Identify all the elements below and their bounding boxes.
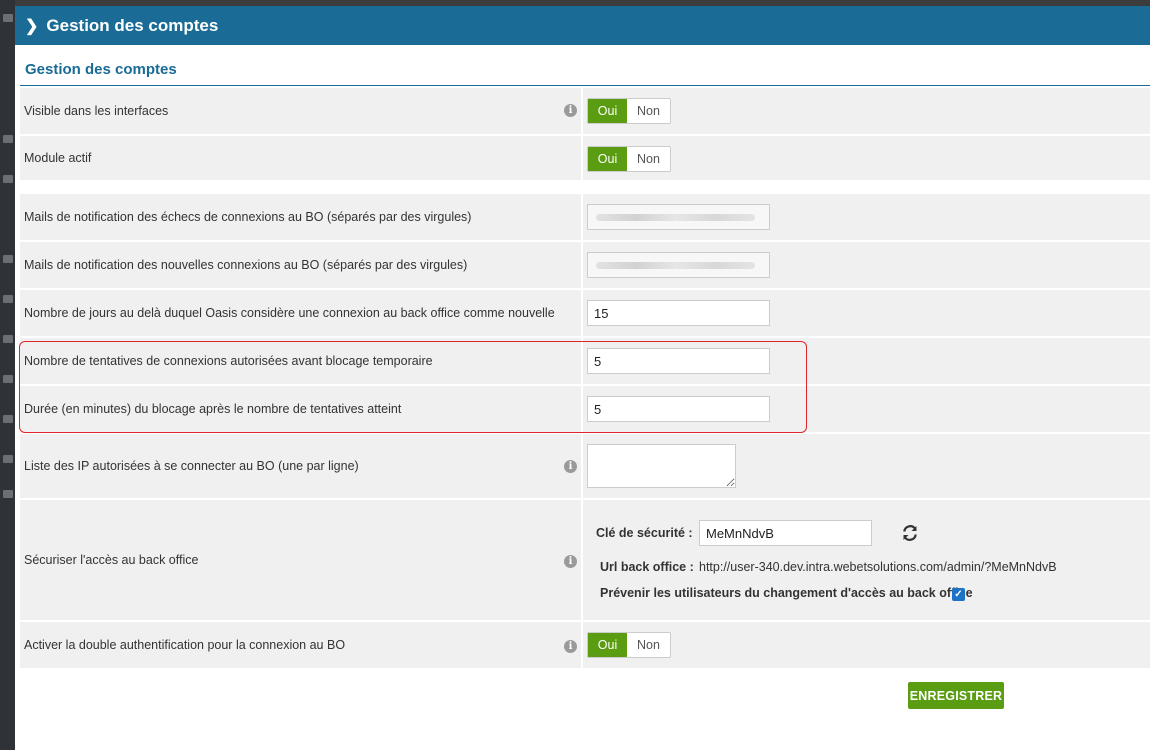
settings-modal: ❯ Gestion des comptes Gestion des compte… (15, 6, 1150, 750)
column-divider (581, 88, 583, 134)
background-sidebar (0, 0, 15, 750)
setting-label: Mails de notification des échecs de conn… (24, 210, 472, 224)
info-icon[interactable]: i (564, 460, 577, 473)
column-divider (581, 500, 583, 620)
column-divider (581, 194, 583, 240)
module-toggle: Oui Non (587, 146, 671, 172)
setting-label: Visible dans les interfaces (24, 104, 169, 118)
twofa-toggle: Oui Non (587, 632, 671, 658)
column-divider (581, 136, 583, 180)
security-key-label: Clé de sécurité : (596, 526, 693, 540)
column-divider (581, 622, 583, 668)
url-value: http://user-340.dev.intra.webetsolutions… (699, 560, 1057, 574)
sidebar-icon (3, 295, 13, 303)
info-icon[interactable]: i (564, 104, 577, 117)
setting-row-module: Module actif Oui Non (20, 136, 1150, 182)
sidebar-icon (3, 375, 13, 383)
column-divider (581, 434, 583, 498)
setting-label: Mails de notification des nouvelles conn… (24, 258, 468, 272)
info-icon[interactable]: i (564, 555, 577, 568)
chevron-right-icon: ❯ (25, 17, 39, 35)
duration-input[interactable] (587, 396, 770, 422)
modal-title: Gestion des comptes (46, 15, 219, 35)
sidebar-icon (3, 135, 13, 143)
toggle-yes-button[interactable]: Oui (588, 99, 627, 123)
setting-row-duration: Durée (en minutes) du blocage après le n… (20, 386, 1150, 434)
setting-label: Nombre de tentatives de connexions autor… (24, 354, 433, 368)
attempts-input[interactable] (587, 348, 770, 374)
setting-row-mail-fail: Mails de notification des échecs de conn… (20, 194, 1150, 242)
toggle-no-button[interactable]: Non (627, 147, 670, 171)
security-key-input[interactable] (699, 520, 872, 546)
mail-new-input[interactable] (587, 252, 770, 278)
mail-fail-input[interactable] (587, 204, 770, 230)
column-divider (581, 386, 583, 432)
setting-row-days: Nombre de jours au delà duquel Oasis con… (20, 290, 1150, 338)
sidebar-icon (3, 335, 13, 343)
days-input[interactable] (587, 300, 770, 326)
setting-row-ip: Liste des IP autorisées à se connecter a… (20, 434, 1150, 500)
setting-row-twofa: Activer la double authentification pour … (20, 622, 1150, 670)
sidebar-icon (3, 415, 13, 423)
toggle-no-button[interactable]: Non (627, 633, 670, 657)
save-button[interactable]: ENREGISTRER (908, 682, 1004, 709)
toggle-yes-button[interactable]: Oui (588, 633, 627, 657)
sidebar-icon (3, 490, 13, 498)
sidebar-icon (3, 455, 13, 463)
setting-label: Nombre de jours au delà duquel Oasis con… (24, 306, 555, 320)
ip-list-textarea[interactable] (587, 444, 736, 488)
modal-header: ❯ Gestion des comptes (15, 6, 1150, 45)
checkbox-checked-icon[interactable]: ✓ (952, 588, 965, 601)
url-label: Url back office : (600, 560, 694, 574)
column-divider (581, 290, 583, 336)
toggle-yes-button[interactable]: Oui (588, 147, 627, 171)
setting-label: Durée (en minutes) du blocage après le n… (24, 402, 402, 416)
setting-row-visible: Visible dans les interfaces i Oui Non (20, 88, 1150, 136)
setting-row-secure: Sécuriser l'accès au back office i Clé d… (20, 500, 1150, 622)
section-title: Gestion des comptes (25, 61, 177, 78)
notify-label: Prévenir les utilisateurs du changement … (600, 586, 973, 600)
menu-icon (3, 14, 13, 22)
setting-label: Sécuriser l'accès au back office (24, 553, 199, 567)
info-icon[interactable]: i (564, 640, 577, 653)
column-divider (581, 242, 583, 288)
setting-label: Module actif (24, 151, 92, 165)
visible-toggle: Oui Non (587, 98, 671, 124)
setting-row-mail-new: Mails de notification des nouvelles conn… (20, 242, 1150, 290)
setting-label: Activer la double authentification pour … (24, 638, 346, 652)
setting-row-attempts: Nombre de tentatives de connexions autor… (20, 338, 1150, 386)
section-divider (20, 85, 1150, 86)
toggle-no-button[interactable]: Non (627, 99, 670, 123)
setting-label: Liste des IP autorisées à se connecter a… (24, 459, 359, 473)
refresh-icon[interactable] (902, 525, 918, 541)
sidebar-icon (3, 175, 13, 183)
column-divider (581, 338, 583, 384)
sidebar-icon (3, 255, 13, 263)
